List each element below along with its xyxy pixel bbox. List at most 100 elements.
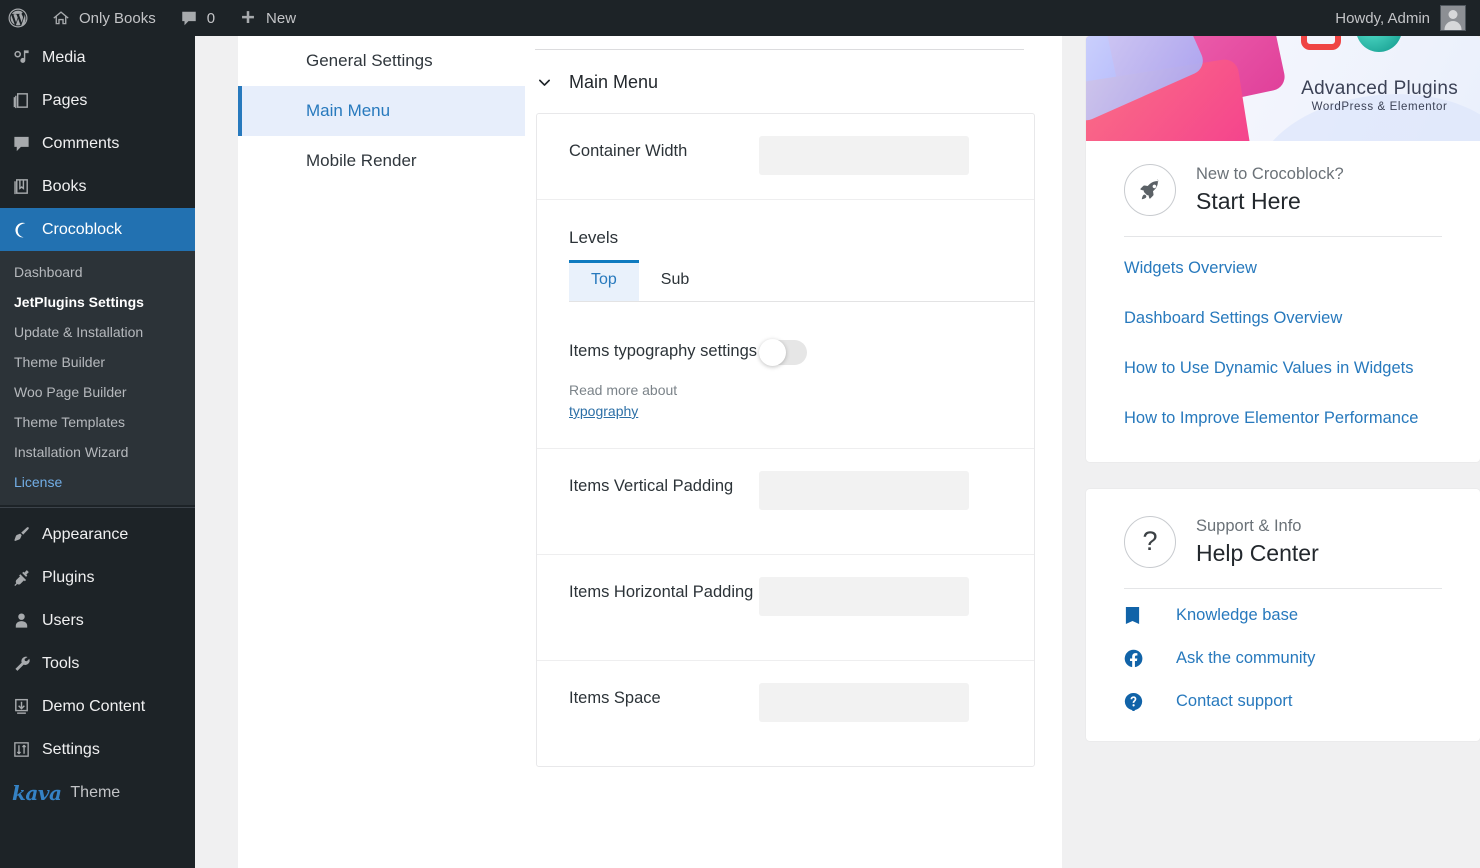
sidebar-item-appearance[interactable]: Appearance bbox=[0, 513, 195, 556]
start-here-header: New to Crocoblock? Start Here bbox=[1086, 141, 1480, 216]
site-name-menu[interactable]: Only Books bbox=[40, 0, 168, 36]
sidebar-item-crocoblock[interactable]: Crocoblock bbox=[0, 208, 195, 251]
submenu-item-dashboard[interactable]: Dashboard bbox=[0, 257, 195, 287]
start-here-eyebrow: New to Crocoblock? bbox=[1196, 165, 1344, 183]
sidebar-label: Demo Content bbox=[42, 697, 146, 715]
submenu-item-license[interactable]: License bbox=[0, 467, 195, 497]
sidebar-label: Tools bbox=[42, 654, 80, 672]
help-center-header: ? Support & Info Help Center bbox=[1086, 489, 1480, 568]
book-icon bbox=[10, 177, 32, 196]
nav-label: General Settings bbox=[306, 51, 433, 70]
sidebar-item-comments[interactable]: Comments bbox=[0, 122, 195, 165]
submenu-item-jetplugins-settings[interactable]: JetPlugins Settings bbox=[0, 287, 195, 317]
crocoblock-submenu: Dashboard JetPlugins Settings Update & I… bbox=[0, 251, 195, 505]
help-center-links: Knowledge base Ask the community Contact… bbox=[1086, 589, 1480, 741]
nav-item-main-menu[interactable]: Main Menu bbox=[238, 86, 525, 136]
help-row-knowledge-base[interactable]: Knowledge base bbox=[1124, 606, 1442, 625]
sidebar-item-plugins[interactable]: Plugins bbox=[0, 556, 195, 599]
facebook-icon bbox=[1124, 649, 1176, 668]
tab-sub[interactable]: Sub bbox=[639, 260, 711, 301]
start-here-links: Widgets Overview Dashboard Settings Over… bbox=[1086, 237, 1480, 462]
side-panel: Advanced Plugins WordPress & Elementor N… bbox=[1086, 36, 1480, 868]
settings-nav-panel: General Settings Main Menu Mobile Render bbox=[238, 36, 525, 868]
sidebar-item-media[interactable]: Media bbox=[0, 36, 195, 79]
sidebar-item-users[interactable]: Users bbox=[0, 599, 195, 642]
help-center-card: ? Support & Info Help Center Knowledge b… bbox=[1086, 489, 1480, 741]
comments-count: 0 bbox=[206, 9, 216, 27]
submenu-item-update-installation[interactable]: Update & Installation bbox=[0, 317, 195, 347]
field-label: Items Horizontal Padding bbox=[569, 583, 754, 601]
link-improve-elementor-performance[interactable]: How to Improve Elementor Performance bbox=[1124, 407, 1442, 430]
user-icon bbox=[10, 611, 32, 630]
plus-icon bbox=[239, 9, 257, 27]
link-dashboard-settings-overview[interactable]: Dashboard Settings Overview bbox=[1124, 307, 1442, 330]
field-items-vertical-padding: Items Vertical Padding bbox=[537, 449, 1034, 555]
field-items-horizontal-padding: Items Horizontal Padding bbox=[537, 555, 1034, 661]
question-mark-glyph: ? bbox=[1142, 526, 1158, 556]
new-content-menu[interactable]: New bbox=[227, 0, 308, 36]
comments-icon bbox=[10, 134, 32, 153]
sidebar-label: Plugins bbox=[42, 568, 95, 586]
nav-label: Mobile Render bbox=[306, 151, 417, 170]
sidebar-label: Crocoblock bbox=[42, 220, 123, 238]
promo-banner[interactable]: Advanced Plugins WordPress & Elementor bbox=[1086, 36, 1480, 141]
account-menu[interactable]: Howdy, Admin bbox=[1335, 5, 1480, 31]
brush-icon bbox=[10, 525, 32, 544]
nav-item-mobile-render[interactable]: Mobile Render bbox=[238, 136, 525, 186]
submenu-item-theme-builder[interactable]: Theme Builder bbox=[0, 347, 195, 377]
tab-label: Sub bbox=[660, 271, 690, 288]
items-horizontal-padding-input[interactable] bbox=[759, 577, 969, 616]
submenu-item-woo-page-builder[interactable]: Woo Page Builder bbox=[0, 377, 195, 407]
crocoblock-icon bbox=[10, 221, 32, 239]
new-label: New bbox=[266, 9, 297, 27]
site-name-label: Only Books bbox=[79, 9, 156, 27]
sidebar-item-pages[interactable]: Pages bbox=[0, 79, 195, 122]
question-mark-icon bbox=[1124, 692, 1176, 711]
sidebar-item-books[interactable]: Books bbox=[0, 165, 195, 208]
help-link-label[interactable]: Contact support bbox=[1176, 692, 1292, 711]
tab-top[interactable]: Top bbox=[569, 260, 639, 301]
download-box-icon bbox=[10, 697, 32, 716]
help-row-contact-support[interactable]: Contact support bbox=[1124, 692, 1442, 711]
link-widgets-overview[interactable]: Widgets Overview bbox=[1124, 257, 1442, 280]
question-circle-icon: ? bbox=[1124, 515, 1176, 568]
link-dynamic-values[interactable]: How to Use Dynamic Values in Widgets bbox=[1124, 357, 1442, 380]
items-space-input[interactable] bbox=[759, 683, 969, 722]
submenu-item-installation-wizard[interactable]: Installation Wizard bbox=[0, 437, 195, 467]
sliders-icon bbox=[10, 740, 32, 759]
accordion-header-main-menu[interactable]: Main Menu bbox=[525, 50, 1062, 113]
tab-label: Top bbox=[591, 271, 617, 288]
settings-panel: Container Width Levels Top Sub Items typ… bbox=[536, 113, 1035, 767]
sidebar-item-tools[interactable]: Tools bbox=[0, 642, 195, 685]
banner-shape-red bbox=[1301, 36, 1341, 50]
wordpress-logo-icon bbox=[8, 8, 28, 28]
pages-icon bbox=[10, 91, 32, 110]
levels-title: Levels bbox=[569, 228, 619, 247]
banner-text: Advanced Plugins WordPress & Elementor bbox=[1301, 78, 1458, 113]
help-link-label[interactable]: Knowledge base bbox=[1176, 606, 1298, 625]
comments-bubble[interactable]: 0 bbox=[168, 0, 227, 36]
help-center-titles: Support & Info Help Center bbox=[1196, 515, 1319, 568]
sidebar-item-kava-theme[interactable]: kava Theme bbox=[0, 771, 195, 814]
sidebar-item-settings[interactable]: Settings bbox=[0, 728, 195, 771]
chevron-down-icon bbox=[536, 74, 553, 91]
items-vertical-padding-input[interactable] bbox=[759, 471, 969, 510]
home-icon bbox=[52, 9, 70, 27]
help-link-label[interactable]: Ask the community bbox=[1176, 649, 1315, 668]
submenu-item-theme-templates[interactable]: Theme Templates bbox=[0, 407, 195, 437]
levels-section: Levels Top Sub Items typography settings… bbox=[537, 200, 1034, 766]
sidebar-item-demo-content[interactable]: Demo Content bbox=[0, 685, 195, 728]
typography-description: Read more about typography bbox=[569, 380, 719, 422]
typography-link[interactable]: typography bbox=[569, 403, 638, 419]
sidebar-label: Comments bbox=[42, 134, 120, 152]
help-center-eyebrow: Support & Info bbox=[1196, 517, 1302, 535]
help-row-ask-community[interactable]: Ask the community bbox=[1124, 649, 1442, 668]
sidebar-label: Appearance bbox=[42, 525, 129, 543]
rocket-icon bbox=[1124, 163, 1176, 216]
typography-toggle[interactable] bbox=[759, 339, 807, 366]
nav-item-general-settings[interactable]: General Settings bbox=[238, 36, 525, 86]
field-items-typography: Items typography settings Read more abou… bbox=[537, 302, 1034, 449]
levels-tabs: Top Sub bbox=[569, 260, 1034, 302]
container-width-input[interactable] bbox=[759, 136, 969, 175]
wp-logo-menu[interactable] bbox=[0, 0, 40, 36]
